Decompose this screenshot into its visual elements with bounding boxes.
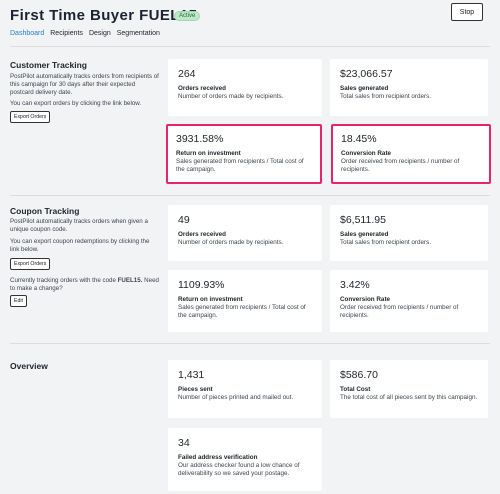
divider (10, 343, 490, 344)
page-title: First Time Buyer FUEL15 (10, 7, 198, 24)
card-value: $23,066.57 (340, 68, 393, 80)
overview-title: Overview (10, 361, 48, 371)
card-label: Orders received (178, 85, 226, 92)
card-label: Return on investment (176, 150, 241, 157)
card-label: Orders received (178, 231, 226, 238)
card-description: Total sales from recipient orders. (340, 93, 431, 100)
card-description: Sales generated from recipients / Total … (176, 158, 304, 173)
card-value: 3931.58% (176, 133, 224, 145)
total-cost-card: $586.70 Total Cost The total cost of all… (330, 360, 488, 418)
card-value: 1,431 (178, 369, 205, 381)
page-header: First Time Buyer FUEL15 Active Stop (0, 0, 500, 44)
card-label: Return on investment (178, 296, 243, 303)
orders-received-card: 264 Orders received Number of orders mad… (168, 59, 322, 116)
card-description: Sales generated from recipients / Total … (178, 304, 306, 319)
coupon-roi-card: 1109.93% Return on investment Sales gene… (168, 270, 322, 332)
card-value: 49 (178, 214, 190, 226)
divider (10, 46, 490, 47)
coupon-tracking-description: PostPilot automatically tracks orders wh… (10, 218, 148, 234)
failed-address-card: 34 Failed address verification Our addre… (168, 428, 322, 491)
card-value: 18.45% (341, 133, 377, 145)
coupon-export-orders-button[interactable]: Export Orders (10, 258, 51, 270)
coupon-orders-received-card: 49 Orders received Number of orders made… (168, 205, 322, 261)
card-description: Number of orders made by recipients. (178, 93, 284, 100)
coupon-tracking-export-hint: You can export coupon redemptions by cli… (10, 238, 150, 254)
card-value: 3.42% (340, 279, 370, 291)
card-description: Number of pieces printed and mailed out. (178, 394, 294, 401)
card-label: Total Cost (340, 386, 371, 393)
coupon-code: FUEL15. (117, 277, 143, 284)
customer-export-orders-button[interactable]: Export Orders (10, 111, 51, 123)
card-description: Our address checker found a low chance o… (178, 462, 300, 477)
sales-generated-card: $23,066.57 Sales generated Total sales f… (330, 59, 488, 116)
coupon-code-prefix: Currently tracking orders with the code (10, 277, 116, 284)
card-value: 1109.93% (178, 279, 225, 291)
customer-tracking-title: Customer Tracking (10, 60, 87, 70)
coupon-sales-generated-card: $6,511.95 Sales generated Total sales fr… (330, 205, 488, 261)
tab-design[interactable]: Design (89, 30, 111, 37)
tab-dashboard[interactable]: Dashboard (10, 30, 44, 37)
card-value: $586.70 (340, 369, 378, 381)
card-description: Total sales from recipient orders. (340, 239, 431, 246)
card-label: Sales generated (340, 85, 389, 92)
coupon-conversion-rate-card: 3.42% Conversion Rate Order received fro… (330, 270, 488, 332)
tab-segmentation[interactable]: Segmentation (117, 30, 160, 37)
customer-tracking-description: PostPilot automatically tracks orders fr… (10, 73, 159, 97)
edit-coupon-button[interactable]: Edit (10, 295, 27, 307)
card-label: Conversion Rate (340, 296, 391, 303)
nav-tabs: Dashboard Recipients Design Segmentation (10, 30, 160, 37)
card-description: Order received from recipients / number … (341, 158, 460, 173)
conversion-rate-card: 18.45% Conversion Rate Order received fr… (331, 124, 491, 184)
card-value: 34 (178, 437, 190, 449)
card-label: Sales generated (340, 231, 389, 238)
pieces-sent-card: 1,431 Pieces sent Number of pieces print… (168, 360, 322, 418)
card-description: The total cost of all pieces sent by thi… (340, 394, 478, 401)
card-label: Pieces sent (178, 386, 213, 393)
customer-tracking-export-hint: You can export orders by clicking the li… (10, 100, 142, 107)
card-label: Conversion Rate (341, 150, 392, 157)
card-label: Failed address verification (178, 454, 258, 461)
card-description: Order received from recipients / number … (340, 304, 459, 319)
roi-card: 3931.58% Return on investment Sales gene… (166, 124, 322, 184)
card-value: $6,511.95 (340, 214, 386, 226)
coupon-tracking-title: Coupon Tracking (10, 206, 80, 216)
divider (10, 195, 490, 196)
status-badge: Active (174, 11, 201, 21)
tab-recipients[interactable]: Recipients (50, 30, 83, 37)
card-value: 264 (178, 68, 196, 80)
coupon-code-text: Currently tracking orders with the code … (10, 277, 160, 293)
stop-button[interactable]: Stop (451, 3, 483, 21)
card-description: Number of orders made by recipients. (178, 239, 284, 246)
